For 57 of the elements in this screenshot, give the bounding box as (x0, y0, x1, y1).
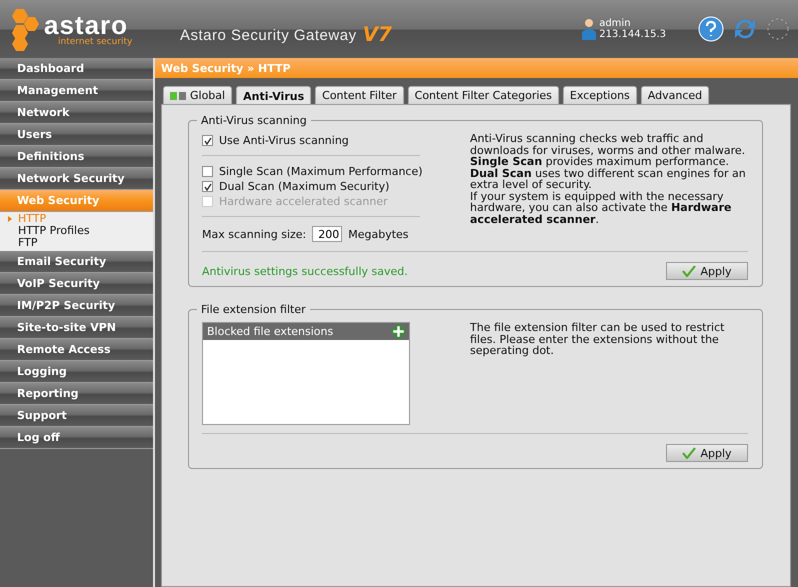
sidebar-item[interactable]: Dashboard (0, 58, 153, 80)
help-icon[interactable] (698, 16, 724, 42)
sidebar-item[interactable]: Network Security (0, 168, 153, 190)
sidebar-subitem[interactable]: FTP (0, 237, 153, 249)
sidebar-item[interactable]: Logging (0, 361, 153, 383)
user-icon (582, 18, 596, 40)
sidebar-item[interactable]: Support (0, 405, 153, 427)
tab[interactable]: Global (163, 86, 232, 104)
tab[interactable]: Exceptions (562, 86, 637, 104)
sidebar-item[interactable]: Definitions (0, 146, 153, 168)
field-label: Max scanning size: (202, 228, 306, 240)
sidebar-item[interactable]: Users (0, 124, 153, 146)
sidebar-item[interactable]: VoIP Security (0, 273, 153, 295)
sidebar-item[interactable]: Email Security (0, 251, 153, 273)
tab[interactable]: Anti-Virus (236, 86, 312, 105)
sidebar-subitem[interactable]: HTTP Profiles (0, 225, 153, 237)
version-label: V7 (362, 22, 392, 46)
caret-icon (8, 216, 12, 222)
tab[interactable]: Content Filter (315, 86, 404, 104)
product-title: Astaro Security Gateway (180, 26, 357, 44)
sidebar-item[interactable]: IM/P2P Security (0, 295, 153, 317)
breadcrumb: Web Security » HTTP (155, 58, 798, 78)
description-text: The file extension filter can be used to restrict files. Please enter the extensions without the seperating dot. (470, 322, 726, 359)
apply-button[interactable]: Apply (666, 444, 748, 462)
apply-button[interactable]: Apply (666, 262, 748, 280)
sidebar-item[interactable]: Reporting (0, 383, 153, 405)
checkbox-label: Single Scan (Maximum Performance) (219, 165, 423, 178)
sidebar-item[interactable]: Log off (0, 427, 153, 449)
size-input-field[interactable]: 200 (312, 226, 342, 242)
sidebar-item[interactable]: Remote Access (0, 339, 153, 361)
sidebar-item[interactable]: Site-to-site VPN (0, 317, 153, 339)
checkbox[interactable] (202, 135, 213, 146)
section-title: Anti-Virus scanning (197, 114, 311, 127)
checkmark-icon (682, 447, 696, 459)
user-name: admin (599, 18, 632, 29)
checkmark-icon (682, 265, 696, 277)
list-title: Blocked file extensions (207, 325, 334, 338)
checkbox-label: Dual Scan (Maximum Security) (219, 180, 390, 193)
add-icon[interactable] (392, 325, 405, 338)
loading-spinner-icon (766, 17, 790, 41)
checkbox[interactable] (202, 181, 213, 192)
description-text: If your system is equipped with the necessary hardware, you can also activate the Hardware accelerated scanner. (470, 190, 732, 225)
sidebar-item[interactable]: Management (0, 80, 153, 102)
logo-tagline: internet security (57, 38, 132, 46)
tab[interactable]: Advanced (640, 86, 710, 104)
hexagon-logo-icon (10, 7, 40, 51)
ip-address: 213.144.15.3 (599, 29, 666, 40)
checkbox-label: Use Anti-Virus scanning (219, 134, 349, 147)
sidebar-item[interactable]: Network (0, 102, 153, 124)
description-text: Anti-Virus scanning checks web traffic and downloads for viruses, worms and other malware. Single Scan provides maximum performance. Dual Scan uses two different scan engines for an extra level of security. (470, 133, 747, 190)
checkbox[interactable] (202, 166, 213, 177)
status-message: Antivirus settings successfully saved. (202, 264, 408, 278)
section-title: File extension filter (197, 303, 310, 316)
tab[interactable]: Content Filter Categories (408, 86, 559, 104)
logo-name: astaro (44, 12, 128, 38)
checkbox-label: Hardware accelerated scanner (219, 195, 388, 208)
unit-label: Megabytes (348, 228, 409, 240)
